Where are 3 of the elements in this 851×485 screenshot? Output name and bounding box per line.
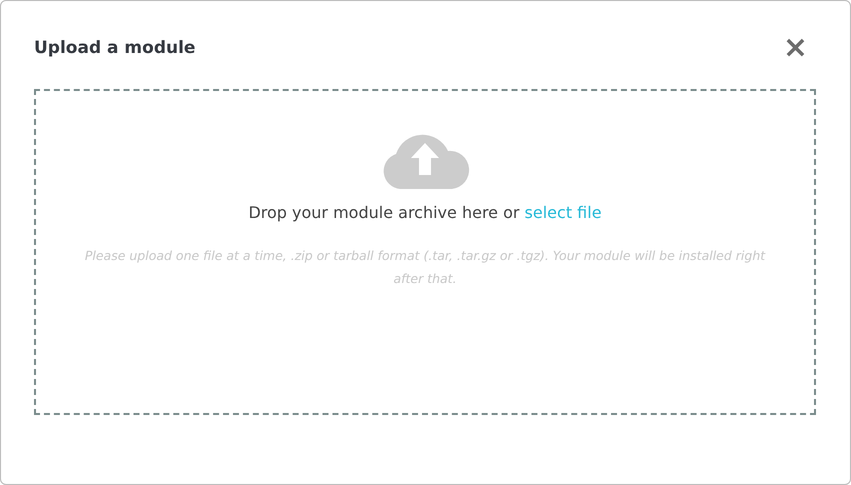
dialog-title: Upload a module (34, 38, 196, 58)
drop-instruction: Drop your module archive here or select file (248, 203, 602, 222)
close-button[interactable]: × (782, 33, 816, 63)
